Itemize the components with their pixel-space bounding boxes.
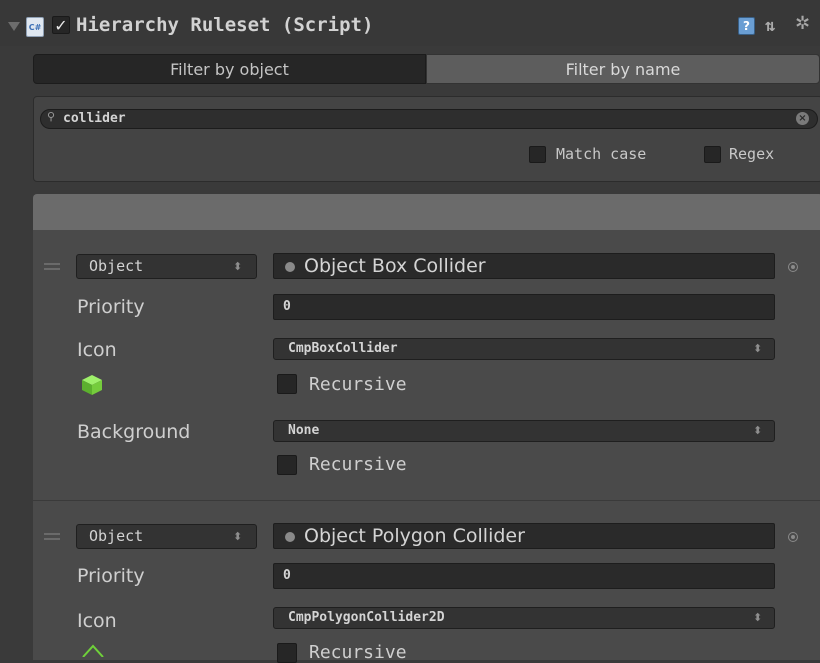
csharp-script-icon: C#	[26, 17, 44, 37]
regex-checkbox[interactable]	[704, 146, 721, 163]
object-icon	[285, 532, 295, 542]
drag-handle-icon[interactable]	[44, 263, 60, 270]
tab-filter-by-name[interactable]: Filter by name	[426, 54, 820, 84]
foldout-arrow-icon[interactable]	[8, 22, 20, 31]
search-value: collider	[63, 111, 126, 126]
background-recursive-checkbox[interactable]	[277, 455, 297, 475]
dropdown-arrow-icon: ⬍	[753, 611, 763, 624]
polygon-collider-icon	[82, 644, 104, 657]
icon-recursive-checkbox[interactable]	[277, 643, 297, 663]
search-input[interactable]	[40, 109, 818, 129]
icon-recursive-label: Recursive	[309, 642, 407, 663]
priority-label: Priority	[77, 565, 145, 587]
rule-type-value: Object	[89, 527, 144, 545]
icon-recursive-label: Recursive	[309, 374, 407, 395]
icon-recursive-checkbox[interactable]	[277, 374, 297, 394]
background-dropdown-value: None	[288, 423, 320, 438]
rule-type-value: Object	[89, 257, 144, 275]
object-field-value: Object Polygon Collider	[304, 525, 525, 547]
object-field-value: Object Box Collider	[304, 255, 486, 277]
icon-dropdown-value: CmpBoxCollider	[288, 341, 398, 356]
tab-filter-by-object[interactable]: Filter by object	[33, 54, 426, 84]
box-collider-icon	[82, 375, 102, 395]
search-icon: ⚲	[47, 110, 56, 123]
background-label: Background	[77, 421, 191, 443]
object-picker-icon[interactable]	[788, 532, 798, 542]
object-icon	[285, 262, 295, 272]
priority-value: 0	[283, 568, 291, 583]
rule-list-header	[33, 194, 820, 230]
drag-handle-icon[interactable]	[44, 533, 60, 540]
object-picker-icon[interactable]	[788, 262, 798, 272]
match-case-label: Match case	[556, 145, 647, 163]
component-enabled-checkbox[interactable]: ✓	[52, 16, 70, 34]
priority-field[interactable]	[273, 294, 775, 320]
gear-icon[interactable]: ✲	[795, 13, 810, 34]
background-dropdown[interactable]	[273, 420, 775, 442]
component-title: Hierarchy Ruleset (Script)	[76, 14, 374, 36]
priority-value: 0	[283, 299, 291, 314]
clear-search-icon[interactable]: ×	[796, 112, 809, 125]
icon-label: Icon	[77, 610, 117, 632]
dropdown-arrow-icon: ⬍	[753, 424, 763, 437]
popup-arrow-icon: ⬍	[233, 530, 243, 543]
preset-icon[interactable]: ⇅	[765, 16, 775, 36]
priority-label: Priority	[77, 296, 145, 318]
icon-dropdown-value: CmpPolygonCollider2D	[288, 610, 445, 625]
match-case-checkbox[interactable]	[529, 146, 546, 163]
background-recursive-label: Recursive	[309, 454, 407, 475]
priority-field[interactable]	[273, 563, 775, 589]
dropdown-arrow-icon: ⬍	[753, 342, 763, 355]
icon-label: Icon	[77, 339, 117, 361]
popup-arrow-icon: ⬍	[233, 260, 243, 273]
regex-label: Regex	[729, 145, 775, 163]
help-icon[interactable]: ?	[738, 17, 755, 35]
rule-divider	[33, 500, 820, 501]
